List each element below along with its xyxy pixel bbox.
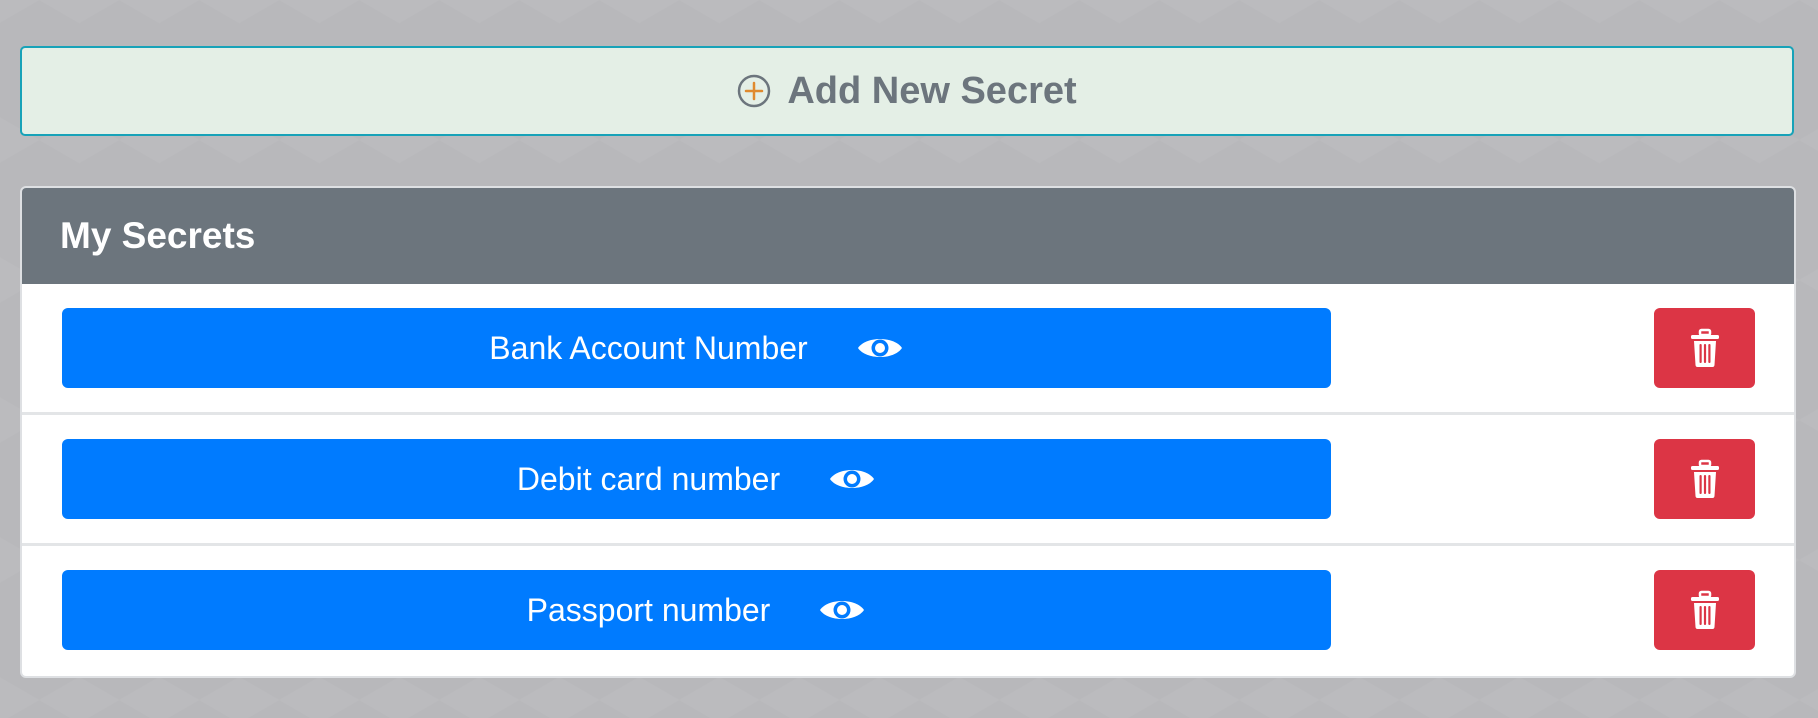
secret-reveal-button[interactable]: Debit card number	[62, 439, 1331, 519]
secrets-card-title: My Secrets	[60, 215, 256, 256]
delete-secret-button[interactable]	[1654, 570, 1755, 650]
secret-label: Debit card number	[516, 460, 781, 497]
delete-secret-button[interactable]	[1654, 308, 1755, 388]
eye-icon	[828, 463, 876, 495]
secret-label: Passport number	[526, 591, 771, 628]
secret-reveal-button[interactable]: Bank Account Number	[62, 308, 1331, 388]
secret-row: Passport number	[22, 546, 1794, 676]
add-new-secret-button[interactable]: Add New Secret	[20, 46, 1794, 136]
eye-icon	[856, 332, 904, 364]
trash-icon	[1689, 328, 1721, 368]
secret-row: Bank Account Number	[22, 284, 1794, 415]
add-new-secret-label: Add New Secret	[787, 69, 1077, 112]
secret-reveal-button[interactable]: Passport number	[62, 570, 1331, 650]
secret-label: Bank Account Number	[489, 329, 808, 366]
secrets-card-header: My Secrets	[22, 188, 1794, 284]
plus-circle-icon	[737, 74, 771, 108]
trash-icon	[1689, 590, 1721, 630]
trash-icon	[1689, 459, 1721, 499]
secret-row: Debit card number	[22, 415, 1794, 546]
secrets-card: My Secrets Bank Account Number Debit car…	[20, 186, 1796, 678]
eye-icon	[818, 594, 866, 626]
delete-secret-button[interactable]	[1654, 439, 1755, 519]
